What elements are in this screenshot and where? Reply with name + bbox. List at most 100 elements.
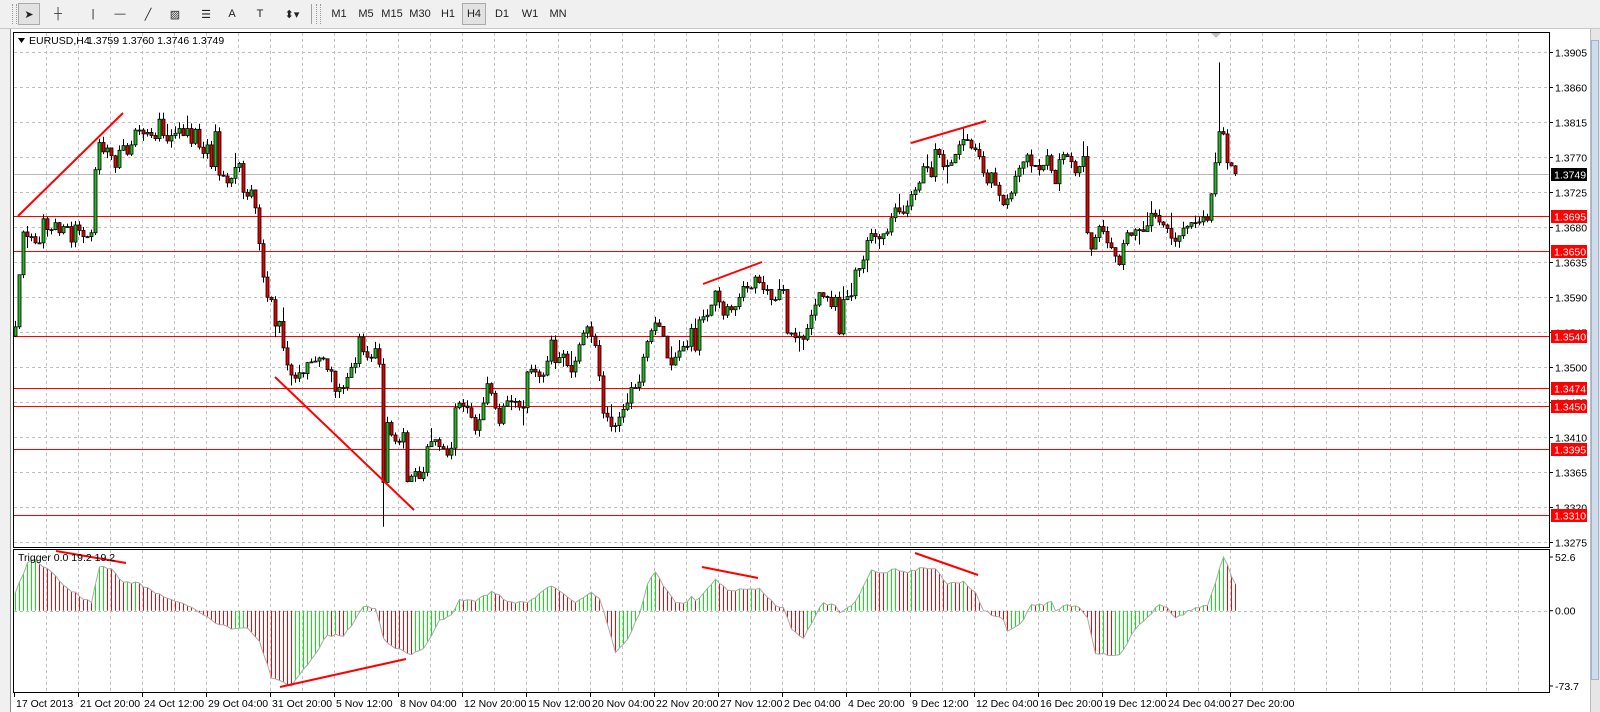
candle	[973, 143, 978, 152]
candle	[145, 128, 150, 137]
candle	[741, 281, 746, 302]
candle-body-bear	[1173, 237, 1178, 242]
candle	[953, 153, 958, 164]
candle-body-bear	[257, 207, 262, 245]
main-pane-border	[13, 32, 1550, 548]
trendline[interactable]	[702, 261, 763, 285]
candle	[793, 327, 798, 343]
candle-body-bull	[797, 335, 802, 339]
trendline[interactable]	[17, 112, 124, 217]
candle-body-bear	[1233, 165, 1238, 175]
candle	[1145, 212, 1150, 232]
candle-body-bear	[333, 370, 338, 392]
candle-body-bear	[209, 144, 214, 168]
candle-body-bear	[465, 405, 470, 409]
candle-body-bear	[69, 226, 74, 243]
candle	[661, 325, 666, 337]
candle	[137, 124, 142, 135]
candle-body-bull	[701, 316, 706, 321]
candle-body-bear	[669, 357, 674, 366]
candle-body-bull	[485, 383, 490, 404]
candle	[769, 289, 774, 306]
candle-body-bear	[405, 432, 410, 483]
candle-body-bull	[1005, 198, 1010, 206]
candle-body-bull	[949, 162, 954, 166]
current-price-label: 1.3749	[1554, 170, 1586, 182]
candle	[921, 163, 926, 184]
time-tick-label: 27 Nov 12:00	[720, 698, 783, 710]
candle-body-bull	[1197, 221, 1202, 224]
candle-body-bull	[1185, 225, 1190, 229]
candle-body-bull	[741, 286, 746, 298]
candle-body-bull	[777, 289, 782, 301]
candle	[597, 339, 602, 381]
candle	[965, 134, 970, 141]
candle-body-bull	[213, 131, 218, 168]
trendline[interactable]	[274, 376, 415, 511]
candle-body-bull	[353, 363, 358, 368]
candle-body-bear	[1165, 224, 1170, 229]
candle	[21, 230, 26, 279]
candle	[869, 228, 874, 244]
candle-body-bear	[1161, 221, 1166, 226]
candle	[617, 411, 622, 432]
candle	[329, 366, 334, 383]
candle-body-bull	[713, 290, 718, 306]
candle-body-bull	[1181, 227, 1186, 237]
candle	[785, 289, 790, 335]
candle	[401, 427, 406, 449]
candle-body-bull	[865, 240, 870, 261]
candle-body-bull	[561, 353, 566, 359]
candle	[789, 332, 794, 336]
symbol-menu-triangle-icon[interactable]	[18, 38, 25, 43]
candle	[893, 203, 898, 222]
horizontal-levels	[14, 216, 1549, 516]
chart-shift-marker-icon[interactable]	[1211, 33, 1221, 38]
candle-body-bull	[1201, 216, 1206, 223]
price-tick-label: 1.3815	[1555, 118, 1587, 130]
candle-body-bull	[1133, 229, 1138, 236]
time-tick-label: 21 Oct 20:00	[80, 698, 140, 710]
candle	[61, 224, 66, 235]
candle-body-bear	[821, 292, 826, 297]
trendline[interactable]	[701, 566, 759, 579]
candle-body-bull	[613, 425, 618, 428]
candle-body-bear	[609, 416, 614, 427]
candle	[725, 303, 730, 318]
candle	[149, 128, 154, 138]
candle	[697, 316, 702, 356]
candle-body-bull	[861, 259, 866, 269]
price-chart[interactable]: EURUSD,H4 1.3759 1.3760 1.3746 1.3749 Tr…	[0, 0, 1590, 712]
candle-body-bull	[573, 360, 578, 373]
candle-body-bear	[1001, 194, 1006, 206]
candle	[593, 333, 598, 348]
candle-body-bull	[557, 357, 562, 364]
time-tick-label: 2 Dec 04:00	[784, 698, 841, 710]
candle-body-bear	[657, 322, 662, 327]
candle-body-bear	[973, 147, 978, 150]
candle-body-bull	[277, 321, 282, 327]
candle-body-bull	[1077, 166, 1082, 174]
candle	[1053, 169, 1058, 185]
trendline[interactable]	[914, 552, 979, 576]
candle	[317, 356, 322, 367]
scrollbar-thumb[interactable]	[1591, 40, 1599, 680]
candle	[129, 140, 134, 156]
candle	[957, 140, 962, 160]
candle	[405, 430, 410, 483]
candle-body-bull	[1021, 161, 1026, 169]
candle-body-bear	[693, 328, 698, 351]
candle	[85, 235, 90, 239]
candle-body-bear	[1053, 169, 1058, 185]
time-tick-label: 15 Nov 12:00	[528, 698, 591, 710]
candle-body-bear	[837, 296, 842, 335]
candle	[529, 364, 534, 375]
candle-body-bull	[809, 314, 814, 329]
candle	[665, 335, 670, 359]
trendline[interactable]	[279, 658, 407, 688]
candle-body-bear	[245, 191, 250, 197]
candle-body-bull	[849, 295, 854, 298]
candle	[57, 222, 62, 236]
candle	[501, 403, 506, 426]
candle-body-bull	[625, 402, 630, 410]
